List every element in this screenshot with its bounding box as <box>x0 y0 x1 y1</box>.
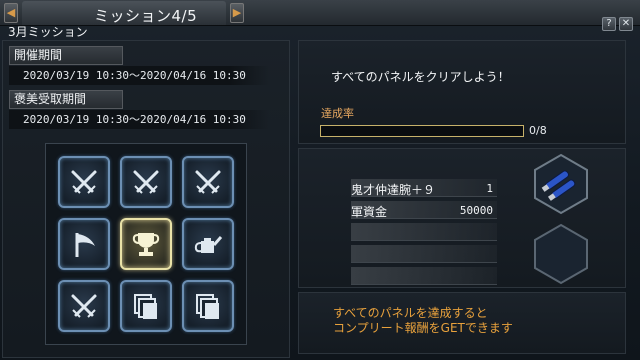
help-button[interactable]: ? <box>602 17 616 31</box>
panel-tile-5[interactable] <box>120 218 172 270</box>
reward-item-slot[interactable] <box>533 153 589 215</box>
reward-qty: 50000 <box>459 204 493 217</box>
reward-period-dates: 2020/03/19 10:30～2020/04/16 10:30 <box>9 110 269 129</box>
next-mission-button[interactable]: ▶ <box>230 3 244 23</box>
mission-subtitle: 3月ミッション <box>8 25 88 39</box>
reward-panel: 鬼才仲達腕＋９ 1 軍資金 50000 <box>298 148 626 288</box>
reward-period-label: 褒美受取期間 <box>9 90 123 109</box>
held-period-dates: 2020/03/19 10:30～2020/04/16 10:30 <box>9 66 269 85</box>
cards-icon <box>196 294 219 319</box>
achievement-rate-label: 達成率 <box>321 107 354 120</box>
panel-tile-7[interactable] <box>58 280 110 332</box>
held-period-label: 開催期間 <box>9 46 123 65</box>
title-bar: ◀ ミッション4/5 ▶ <box>0 0 640 26</box>
reward-row <box>351 267 497 285</box>
mission-description-panel: すべてのパネルをクリアしよう！ 達成率 0/8 <box>298 40 626 144</box>
panel-tile-2[interactable] <box>120 156 172 208</box>
reward-row <box>351 245 497 263</box>
complete-note-line2: コンプリート報酬をGETできます <box>333 321 513 335</box>
complete-note-panel: すべてのパネルを達成すると コンプリート報酬をGETできます <box>298 292 626 354</box>
crossed-swords-icon <box>195 170 221 194</box>
watering-can-icon <box>194 236 223 253</box>
panel-tile-8[interactable] <box>120 280 172 332</box>
complete-note: すべてのパネルを達成すると コンプリート報酬をGETできます <box>333 306 613 336</box>
window-title: ミッション4/5 <box>94 7 198 25</box>
crossed-swords-icon <box>133 170 159 194</box>
panel-tile-9[interactable] <box>182 280 234 332</box>
reward-row: 軍資金 50000 <box>351 201 497 219</box>
panel-grid <box>45 143 247 345</box>
mission-window: ◀ ミッション4/5 ▶ 3月ミッション ? ✕ 開催期間 2020/03/19… <box>0 0 640 360</box>
panel-tile-6[interactable] <box>182 218 234 270</box>
mission-description: すべてのパネルをクリアしよう！ <box>331 70 510 84</box>
crossed-swords-icon <box>71 294 97 318</box>
panel-tile-1[interactable] <box>58 156 110 208</box>
reward-name: 軍資金 <box>351 205 388 219</box>
title-tab: ミッション4/5 <box>22 1 226 25</box>
prev-mission-button[interactable]: ◀ <box>4 3 18 23</box>
trophy-icon <box>132 233 160 256</box>
empty-hex-slot-icon <box>534 223 588 285</box>
cards-icon <box>134 294 157 319</box>
reward-item-slot-empty <box>533 223 589 285</box>
complete-note-line1: すべてのパネルを達成すると <box>333 306 488 320</box>
close-button[interactable]: ✕ <box>619 17 633 31</box>
reward-row: 鬼才仲達腕＋９ 1 <box>351 179 497 197</box>
panel-tile-3[interactable] <box>182 156 234 208</box>
reward-row <box>351 223 497 241</box>
achievement-progress-bar <box>320 125 524 137</box>
crossed-swords-icon <box>71 170 97 194</box>
panel-tile-4[interactable] <box>58 218 110 270</box>
gauntlet-item-icon <box>534 153 588 215</box>
period-and-grid-panel: 開催期間 2020/03/19 10:30～2020/04/16 10:30 褒… <box>2 40 290 358</box>
reward-qty: 1 <box>486 182 493 195</box>
reward-name: 鬼才仲達腕＋９ <box>351 183 436 197</box>
flag-icon <box>75 233 95 257</box>
achievement-progress-text: 0/8 <box>529 124 547 137</box>
